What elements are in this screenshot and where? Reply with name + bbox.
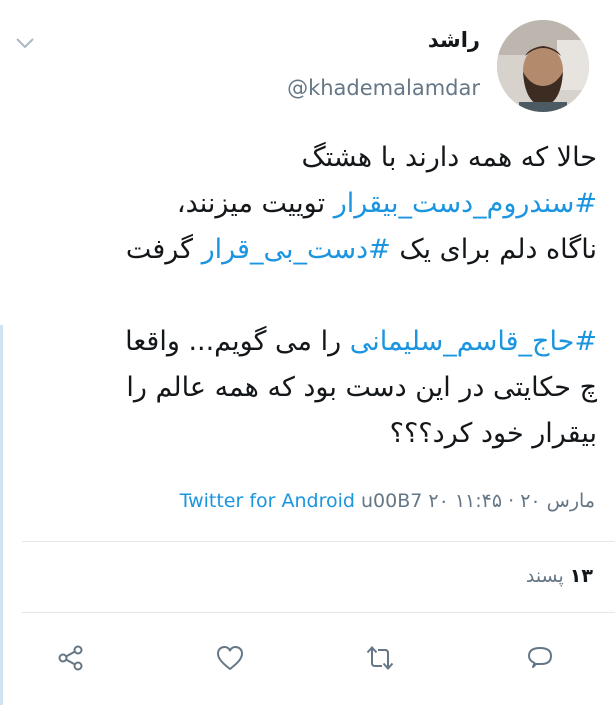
heart-icon[interactable] [215,643,245,673]
retweet-icon[interactable] [365,643,395,673]
avatar[interactable] [497,20,589,112]
tweet-line: بیقرار خود کرد؟؟؟ [40,411,597,457]
share-icon[interactable] [56,643,86,673]
tweet-text-segment: چ حکایتی در این دست بود که همه عالم را [126,372,597,403]
tweet-text-segment: بیقرار خود کرد؟؟؟ [389,418,597,449]
tweet-text: حالا که همه دارند با هشتگ #سندروم_دست_بیق… [40,135,597,457]
reply-icon[interactable] [525,643,555,673]
tweet-line: #حاج_قاسم_سلیمانی را می گویم... واقعا [40,319,597,365]
hashtag-link[interactable]: #دست_بی_قرار [202,234,391,265]
tweet-line [40,273,597,319]
timestamp: u00B7 ۲۰ مارس ۲۰ · ۱۱:۴۵ [354,490,595,512]
tweet-line: ناگاه دلم برای یک #دست_بی_قرار گرفت [40,227,597,273]
tweet-meta: Twitter for Android u00B7 ۲۰ مارس ۲۰ · ۱… [180,490,595,512]
hashtag-link[interactable]: #سندروم_دست_بیقرار [334,188,597,219]
source-link[interactable]: Twitter for Android [180,490,355,512]
divider [22,612,615,613]
tweet-line: حالا که همه دارند با هشتگ [40,135,597,181]
likes-number: ۱۳ [569,565,593,587]
tweet-text-segment: را می گویم... واقعا [125,326,350,357]
likes-count[interactable]: ۱۳پسند [526,565,593,587]
tweet-line: چ حکایتی در این دست بود که همه عالم را [40,365,597,411]
hashtag-link[interactable]: #حاج_قاسم_سلیمانی [350,326,597,357]
thread-rule [0,325,3,705]
divider [22,541,615,542]
tweet-text-segment: گرفت [125,234,202,265]
tweet-text-segment: توییت میزنند، [176,188,334,219]
tweet-text-segment: حالا که همه دارند با هشتگ [301,142,597,173]
chevron-down-icon[interactable] [12,34,38,52]
likes-label: پسند [525,565,564,587]
user-handle[interactable]: @khademalamdar [287,76,480,100]
tweet-text-segment: ناگاه دلم برای یک [390,234,597,265]
tweet-line: #سندروم_دست_بیقرار توییت میزنند، [40,181,597,227]
display-name[interactable]: راشد [428,28,480,52]
